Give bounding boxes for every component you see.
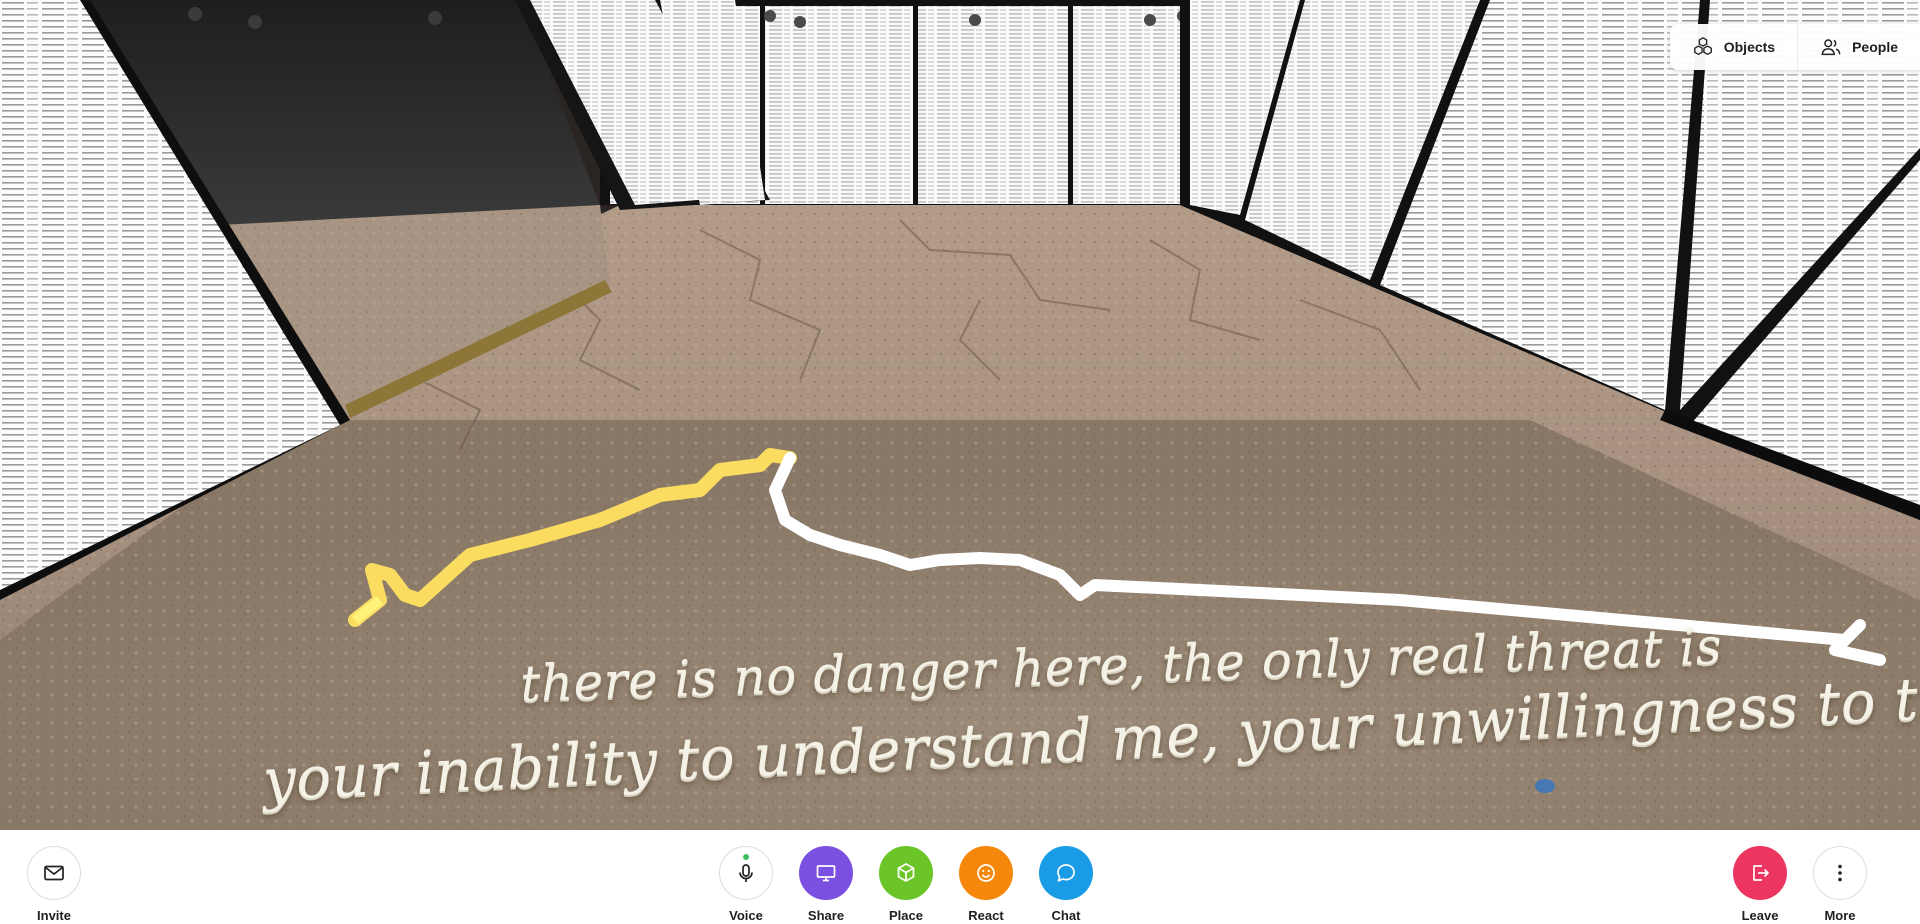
react-label: React	[968, 908, 1004, 923]
invite-button[interactable]: Invite	[14, 846, 94, 923]
react-circle[interactable]	[959, 846, 1013, 900]
share-circle[interactable]	[799, 846, 853, 900]
exit-icon	[1753, 865, 1769, 881]
share-label: Share	[807, 908, 845, 923]
place-circle[interactable]	[879, 846, 933, 900]
voice-label: Voice	[729, 908, 763, 923]
invite-label: Invite	[37, 908, 71, 923]
cubes-icon	[1693, 37, 1712, 56]
voice-button[interactable]: Voice	[706, 846, 786, 923]
react-button[interactable]: React	[946, 846, 1026, 923]
chat-button[interactable]: Chat	[1026, 846, 1106, 923]
place-button[interactable]: Place	[866, 846, 946, 923]
objects-button[interactable]: Objects	[1670, 24, 1799, 70]
envelope-icon	[44, 865, 64, 881]
monitor-icon	[816, 865, 836, 882]
more-circle[interactable]	[1813, 846, 1867, 900]
leave-label: Leave	[1741, 908, 1779, 923]
leave-circle[interactable]	[1733, 846, 1787, 900]
cube-icon	[897, 863, 915, 882]
smiley-icon	[977, 864, 995, 882]
leave-button[interactable]: Leave	[1720, 846, 1800, 923]
people-button[interactable]: People	[1798, 24, 1920, 70]
room-scene[interactable]	[0, 0, 1920, 830]
bottom-toolbar: Invite Voice Share Place React Chat Leav…	[0, 830, 1920, 924]
objects-label: Objects	[1723, 39, 1776, 55]
voice-circle[interactable]	[719, 846, 773, 900]
people-icon	[1821, 39, 1841, 56]
top-right-panel: Objects People	[1669, 24, 1920, 70]
speech-bubble-icon	[1057, 864, 1075, 882]
3d-viewport[interactable]: there is no danger here, the only real t…	[0, 0, 1920, 830]
voice-active-indicator	[743, 854, 749, 860]
more-button[interactable]: More	[1800, 846, 1880, 923]
people-label: People	[1852, 39, 1898, 55]
invite-circle[interactable]	[27, 846, 81, 900]
place-label: Place	[889, 908, 923, 923]
vertical-dots-icon	[1838, 864, 1842, 882]
chat-circle[interactable]	[1039, 846, 1093, 900]
chat-label: Chat	[1051, 908, 1081, 923]
microphone-icon	[739, 864, 753, 882]
more-label: More	[1824, 908, 1856, 923]
share-button[interactable]: Share	[786, 846, 866, 923]
